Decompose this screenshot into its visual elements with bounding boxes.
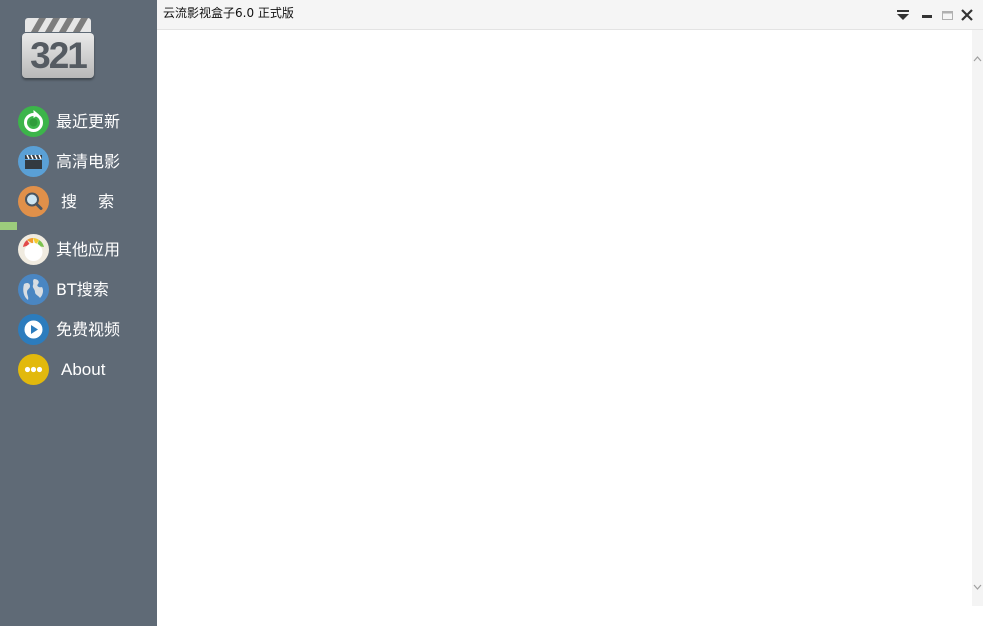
sidebar-item-search[interactable]: 搜 索 [18, 186, 157, 218]
main-content [157, 30, 972, 626]
sidebar-item-label: 搜 索 [61, 192, 123, 211]
active-marker [0, 222, 17, 230]
scroll-down-icon[interactable] [972, 578, 983, 590]
maximize-icon[interactable] [939, 7, 955, 23]
sidebar-item-free-videos[interactable]: 免费视频 [18, 314, 157, 346]
refresh-icon [18, 106, 49, 137]
play-icon [18, 314, 49, 345]
logo-clapper-icon [25, 18, 91, 32]
apps-icon [18, 234, 49, 265]
clapperboard-icon [18, 146, 49, 177]
sidebar-item-label: 免费视频 [56, 320, 121, 339]
scroll-up-icon[interactable] [972, 50, 983, 62]
sidebar-item-label: 高清电影 [56, 152, 121, 171]
logo-text: 321 [30, 35, 88, 76]
app-logo: 321 [22, 16, 94, 78]
sidebar-item-label: 最近更新 [56, 112, 121, 131]
sidebar-item-about[interactable]: About [18, 354, 157, 386]
close-icon[interactable] [959, 7, 975, 23]
sidebar-item-label: About [61, 360, 106, 379]
dropdown-menu-icon[interactable] [895, 7, 911, 23]
app-window: 321 最近更新 高清电影 搜 索 其他应用 BT搜索 免费视频 About 云… [0, 0, 983, 626]
window-title: 云流影视盒子6.0 正式版 [163, 6, 294, 20]
sidebar-item-bt-search[interactable]: BT搜索 [18, 274, 157, 306]
sidebar-item-label: 其他应用 [56, 240, 121, 259]
vertical-scrollbar[interactable] [972, 30, 983, 606]
sidebar-item-recent-updates[interactable]: 最近更新 [18, 106, 157, 138]
globe-icon [18, 274, 49, 305]
sidebar-item-label: BT搜索 [56, 280, 109, 299]
search-icon [18, 186, 49, 217]
minimize-icon[interactable] [919, 7, 935, 23]
more-dots-icon [18, 354, 49, 385]
sidebar: 321 最近更新 高清电影 搜 索 其他应用 BT搜索 免费视频 About [0, 0, 157, 626]
sidebar-item-hd-movies[interactable]: 高清电影 [18, 146, 157, 178]
sidebar-item-other-apps[interactable]: 其他应用 [18, 234, 157, 266]
title-bar: 云流影视盒子6.0 正式版 [157, 0, 983, 30]
